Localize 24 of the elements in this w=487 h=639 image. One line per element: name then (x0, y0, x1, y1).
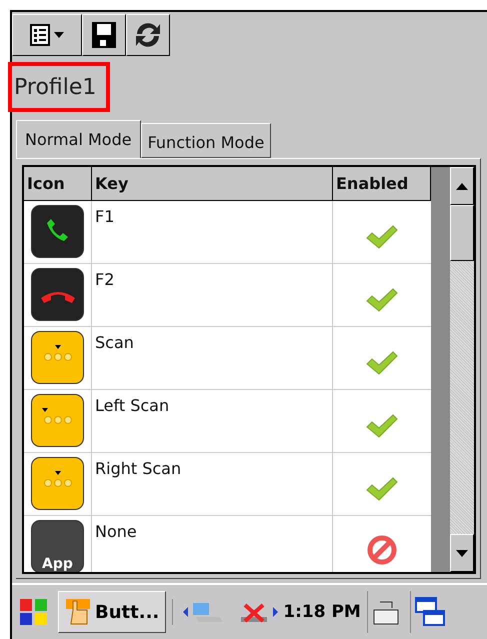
save-button[interactable] (82, 14, 126, 56)
save-icon (92, 22, 116, 48)
list-icon (30, 24, 50, 46)
phone-icon (31, 268, 84, 321)
scroll-up-icon (456, 182, 468, 190)
mode-tab[interactable]: Normal Mode (16, 120, 141, 158)
task-button[interactable]: Butt... (58, 591, 166, 633)
hand-icon (65, 598, 91, 626)
scan-key-icon (31, 457, 84, 510)
scrollbar[interactable] (450, 167, 474, 572)
list-button[interactable] (12, 14, 82, 56)
app-key-icon: App (31, 520, 84, 572)
scroll-down-icon (456, 550, 468, 556)
phone-icon (31, 205, 84, 258)
refresh-button[interactable] (126, 14, 170, 56)
mode-tab[interactable]: Function Mode (140, 123, 272, 158)
profile-name: Profile1 (8, 62, 110, 112)
windows-icon (414, 597, 445, 627)
scan-key-icon (31, 331, 84, 384)
key-cell: None (92, 516, 333, 572)
scroll-thumb[interactable] (450, 205, 474, 261)
clock-time: 1:18 PM (283, 602, 361, 622)
dropdown-caret-icon (54, 32, 64, 38)
scan-key-icon (31, 394, 84, 447)
